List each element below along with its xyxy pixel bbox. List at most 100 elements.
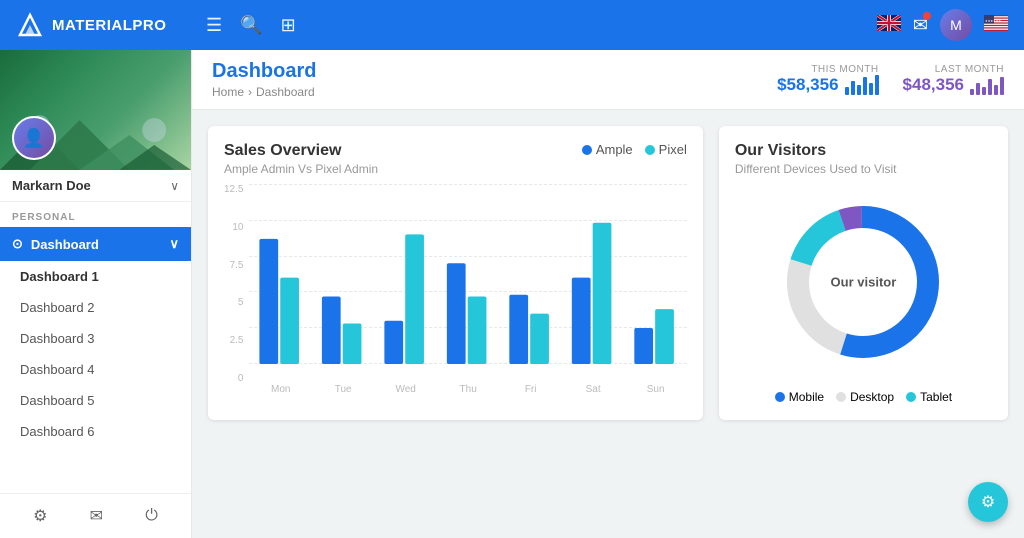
stat-this-month-number: $58,356 xyxy=(777,75,838,95)
visitors-card-title: Our Visitors xyxy=(735,142,992,160)
legend-pixel: Pixel xyxy=(645,142,687,157)
user-avatar-top[interactable]: M xyxy=(940,9,972,41)
grid-icon[interactable]: ⊞ xyxy=(281,15,296,36)
sidebar-username: Markarn Doe xyxy=(12,178,91,193)
sales-chart-area: 12.5 10 7.5 5 2.5 0 xyxy=(224,184,687,404)
flag-us-icon: ★★★★★★ xyxy=(984,15,1008,31)
y-label-5: 5 xyxy=(224,297,243,308)
x-label-wed: Wed xyxy=(374,384,436,404)
sidebar-item-dashboard[interactable]: ⊙ Dashboard ∨ xyxy=(0,227,191,261)
footer-settings-icon[interactable]: ⚙ xyxy=(33,506,47,526)
stat-last-month-number: $48,356 xyxy=(903,75,964,95)
content-wrapper: Sales Overview Ample Admin Vs Pixel Admi… xyxy=(192,110,1024,538)
sidebar-item-dashboard1[interactable]: Dashboard 1 xyxy=(0,261,191,292)
flag-us[interactable]: ★★★★★★ xyxy=(984,15,1008,36)
page-title: Dashboard xyxy=(212,60,316,83)
mail-icon-top[interactable]: ✉ xyxy=(913,15,928,36)
bars-container: Mon Tue Wed Thu Fri Sat Sun xyxy=(249,184,686,404)
stat-this-month-chart xyxy=(845,75,879,95)
y-label-75: 7.5 xyxy=(224,260,243,271)
sidebar-item-dashboard5[interactable]: Dashboard 5 xyxy=(0,385,191,416)
breadcrumb: Home › Dashboard xyxy=(212,85,316,99)
brand-logo: MATERIALPRO xyxy=(16,11,206,39)
x-label-sat: Sat xyxy=(562,384,624,404)
x-label-sun: Sun xyxy=(624,384,686,404)
sidebar-item-dashboard2[interactable]: Dashboard 2 xyxy=(0,292,191,323)
header-stats: THIS MONTH $58,356 LAS xyxy=(777,64,1004,95)
sidebar: 👤 Markarn Doe ∨ PERSONAL ⊙ Dashboard ∨ D… xyxy=(0,50,192,538)
sales-card-header: Sales Overview Ample Admin Vs Pixel Admi… xyxy=(224,142,687,176)
visitors-card: Our Visitors Different Devices Used to V… xyxy=(719,126,1008,420)
legend-ample-dot xyxy=(582,145,592,155)
bars-svg xyxy=(249,184,686,364)
visitors-legend: Mobile Desktop Tablet xyxy=(735,390,992,404)
brand-name: MATERIALPRO xyxy=(52,17,166,34)
flag-uk[interactable] xyxy=(877,15,901,36)
legend-tablet: Tablet xyxy=(906,390,952,404)
legend-desktop: Desktop xyxy=(836,390,894,404)
topnav-right: ✉ M ★★★★★★ xyxy=(877,9,1008,41)
sidebar-avatar: 👤 xyxy=(12,116,56,160)
legend-pixel-dot xyxy=(645,145,655,155)
mail-badge xyxy=(923,12,931,20)
y-label-0: 0 xyxy=(224,373,243,384)
main-layout: 👤 Markarn Doe ∨ PERSONAL ⊙ Dashboard ∨ D… xyxy=(0,50,1024,538)
sales-card-title-area: Sales Overview Ample Admin Vs Pixel Admi… xyxy=(224,142,378,176)
sidebar-active-left: ⊙ Dashboard xyxy=(12,236,99,252)
donut-chart-wrap: Our visitor xyxy=(778,197,948,367)
sidebar-item-dashboard3[interactable]: Dashboard 3 xyxy=(0,323,191,354)
legend-pixel-label: Pixel xyxy=(659,142,687,157)
y-label-10: 10 xyxy=(224,222,243,233)
hamburger-icon[interactable]: ☰ xyxy=(206,15,222,36)
stat-this-month: THIS MONTH $58,356 xyxy=(777,64,878,95)
legend-tablet-dot xyxy=(906,392,916,402)
sales-legend: Ample Pixel xyxy=(582,142,687,157)
flag-uk-icon xyxy=(877,15,901,31)
logo-icon xyxy=(16,11,44,39)
legend-desktop-label: Desktop xyxy=(850,390,894,404)
stat-this-month-value: $58,356 xyxy=(777,75,878,95)
fab-icon: ⚙ xyxy=(981,492,995,512)
legend-mobile-dot xyxy=(775,392,785,402)
breadcrumb-area: Dashboard Home › Dashboard xyxy=(212,60,316,99)
legend-tablet-label: Tablet xyxy=(920,390,952,404)
breadcrumb-current: Dashboard xyxy=(256,85,315,99)
stat-this-month-label: THIS MONTH xyxy=(777,64,878,75)
stat-last-month-label: LAST MONTH xyxy=(903,64,1004,75)
legend-ample-label: Ample xyxy=(596,142,633,157)
breadcrumb-separator: › xyxy=(248,85,252,99)
legend-desktop-dot xyxy=(836,392,846,402)
x-label-tue: Tue xyxy=(312,384,374,404)
sidebar-footer: ⚙ ✉ ⏻ xyxy=(0,493,191,538)
cards-area: Sales Overview Ample Admin Vs Pixel Admi… xyxy=(192,110,1024,436)
svg-text:★★★★★★: ★★★★★★ xyxy=(985,19,1001,23)
footer-power-icon[interactable]: ⏻ xyxy=(145,507,158,525)
sales-overview-card: Sales Overview Ample Admin Vs Pixel Admi… xyxy=(208,126,703,420)
topnav-icons: ☰ 🔍 ⊞ xyxy=(206,15,296,36)
dashboard-icon: ⊙ xyxy=(12,236,23,252)
sidebar-active-label: Dashboard xyxy=(31,237,99,252)
x-label-fri: Fri xyxy=(499,384,561,404)
y-axis: 12.5 10 7.5 5 2.5 0 xyxy=(224,184,243,404)
donut-center-label: Our visitor xyxy=(831,275,897,290)
y-label-25: 2.5 xyxy=(224,335,243,346)
donut-container: Our visitor xyxy=(735,184,992,380)
sales-bar-chart-svg xyxy=(249,184,686,364)
legend-mobile: Mobile xyxy=(775,390,824,404)
content-area: Dashboard Home › Dashboard THIS MONTH $5… xyxy=(192,50,1024,538)
fab-button[interactable]: ⚙ xyxy=(968,482,1008,522)
footer-mail-icon[interactable]: ✉ xyxy=(90,506,103,526)
visitors-card-subtitle: Different Devices Used to Visit xyxy=(735,162,992,176)
sidebar-profile: 👤 xyxy=(0,50,191,170)
legend-ample: Ample xyxy=(582,142,633,157)
sidebar-item-dashboard4[interactable]: Dashboard 4 xyxy=(0,354,191,385)
x-label-mon: Mon xyxy=(249,384,311,404)
stat-last-month-chart xyxy=(970,75,1004,95)
content-header: Dashboard Home › Dashboard THIS MONTH $5… xyxy=(192,50,1024,110)
search-icon[interactable]: 🔍 xyxy=(240,15,262,36)
x-label-thu: Thu xyxy=(437,384,499,404)
chevron-down-icon: ∨ xyxy=(170,179,179,193)
breadcrumb-home[interactable]: Home xyxy=(212,85,244,99)
sidebar-item-dashboard6[interactable]: Dashboard 6 xyxy=(0,416,191,447)
sidebar-username-row[interactable]: Markarn Doe ∨ xyxy=(0,170,191,202)
